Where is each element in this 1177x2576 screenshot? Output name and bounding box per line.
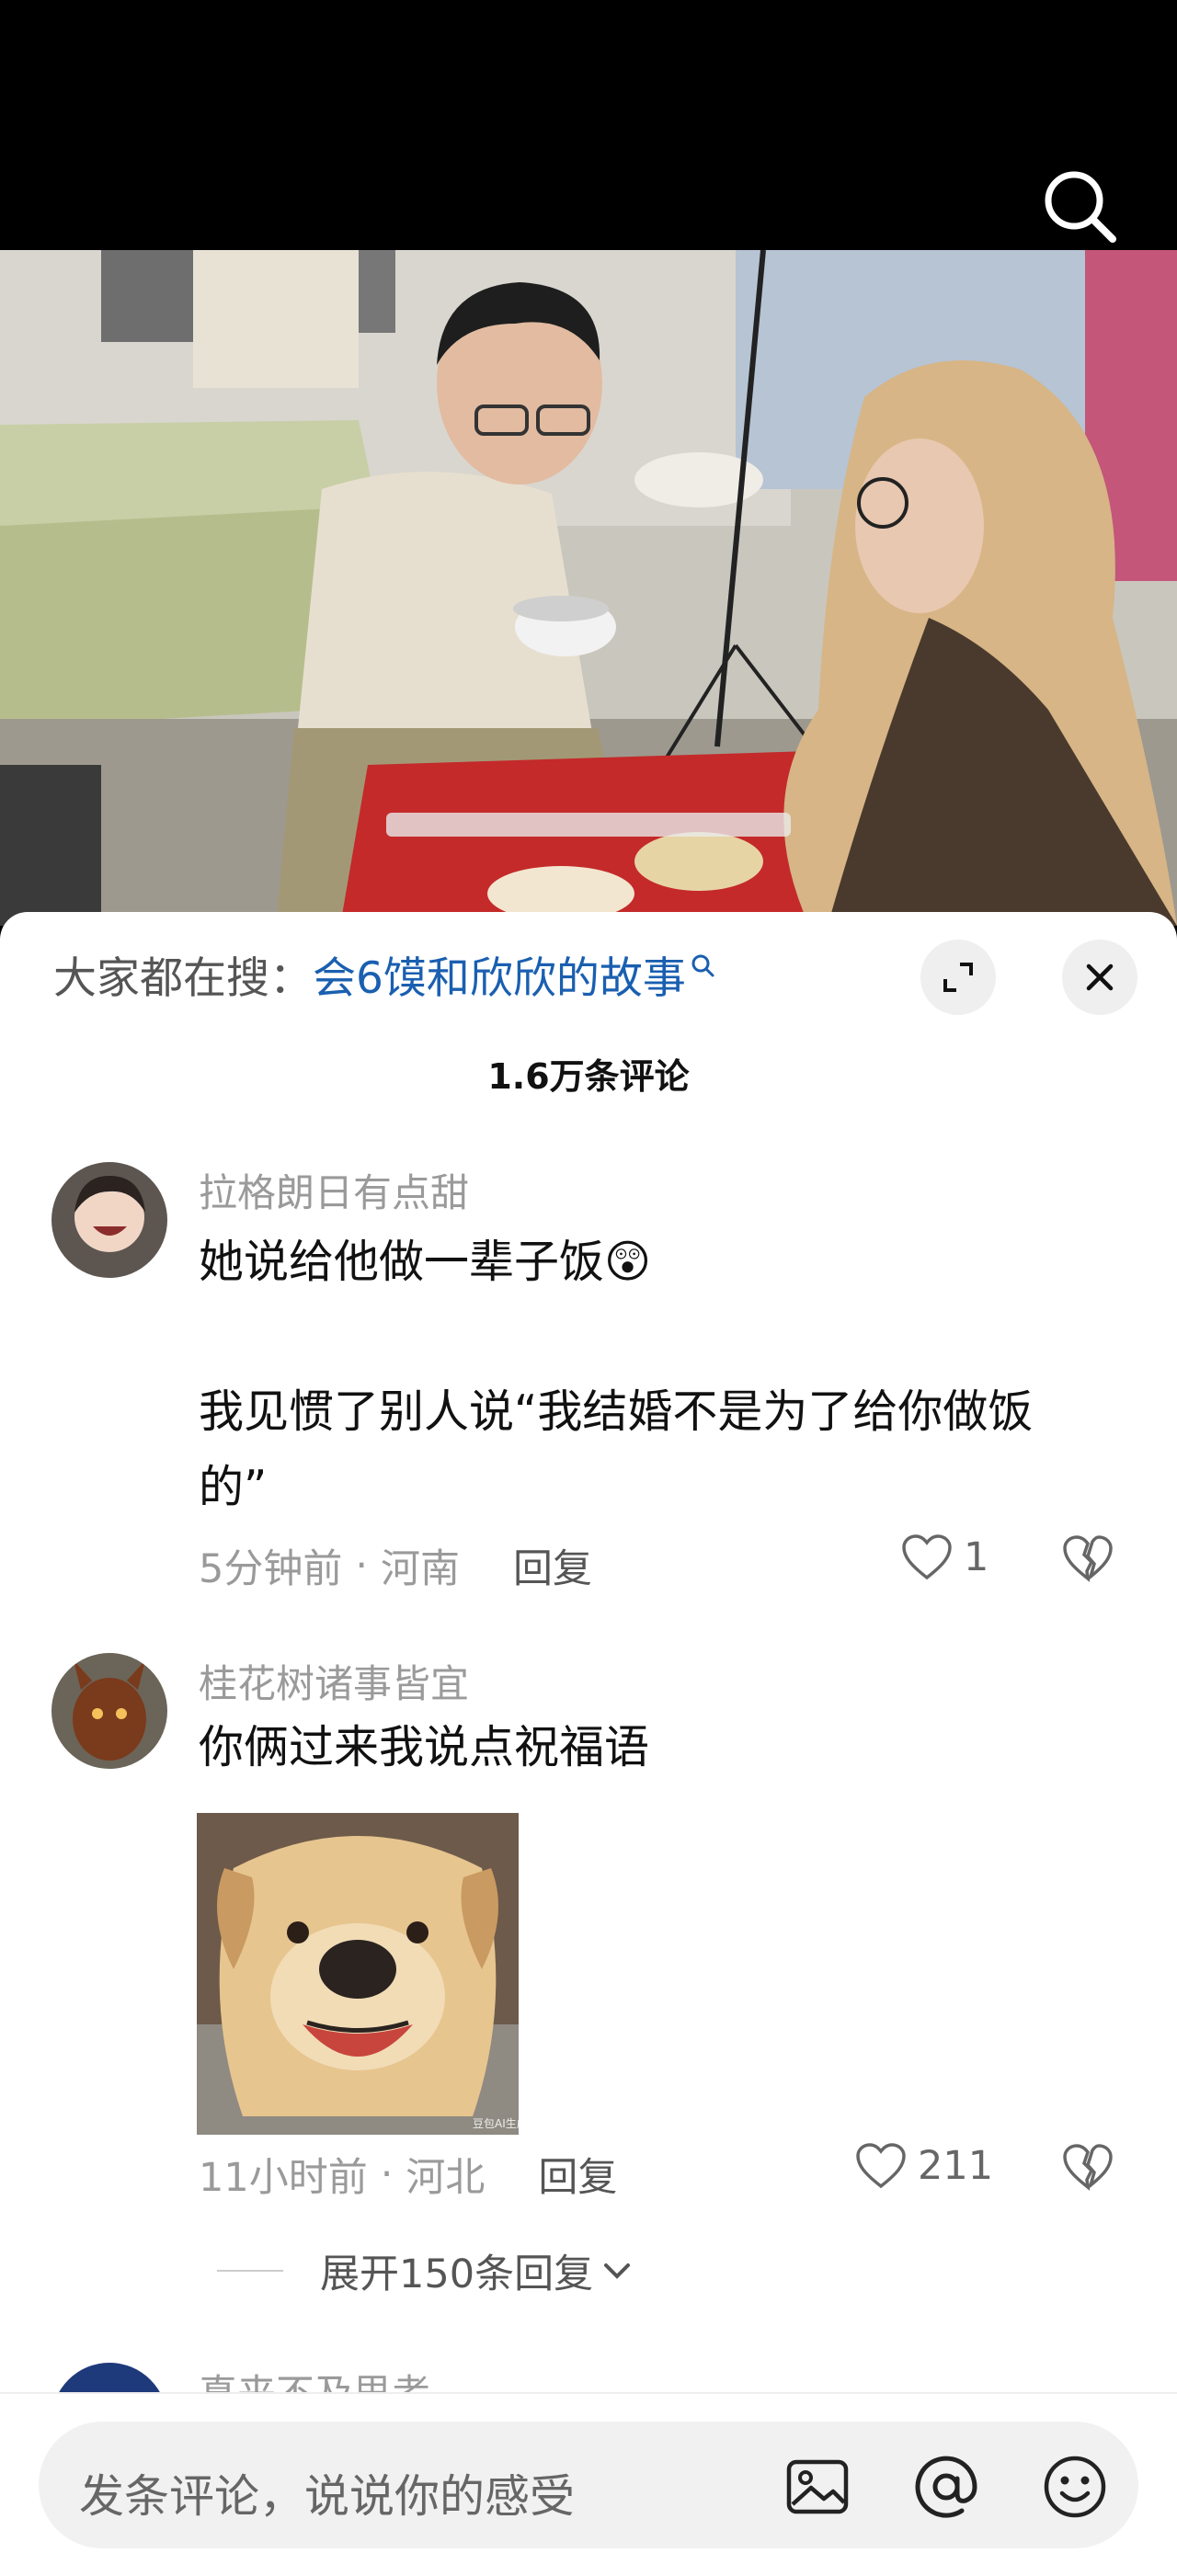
comment-text-line: 她说给他做一辈子饭 xyxy=(199,1236,605,1288)
broken-heart-icon[interactable] xyxy=(1062,2143,1114,2191)
like-count: 211 xyxy=(918,2143,994,2189)
divider-line xyxy=(217,2270,283,2272)
comment-time: 11小时前 xyxy=(199,2155,368,2201)
comment-input[interactable]: 发条评论，说说你的感受 xyxy=(39,2422,1138,2548)
like-count: 1 xyxy=(964,1534,989,1580)
comment-input-placeholder: 发条评论，说说你的感受 xyxy=(79,2470,576,2523)
reply-button[interactable]: 回复 xyxy=(513,1537,592,1594)
comment-sheet: 大家都在搜： 会6馍和欣欣的故事 1.6万条评论 拉格朗日有点甜 她说给他做一辈… xyxy=(0,912,1177,2574)
comment-location: 河南 xyxy=(381,1546,461,1592)
like-button[interactable]: 211 xyxy=(855,2142,993,2190)
comment-text: 她说给他做一辈子饭😲 xyxy=(199,1225,1118,1300)
comment-image[interactable]: 豆包AI生成 xyxy=(197,1813,519,2135)
at-icon[interactable] xyxy=(912,2453,980,2521)
heart-icon xyxy=(856,2143,906,2189)
comment-meta: 5分钟前 · 河南 回复 xyxy=(199,1537,592,1594)
suggested-search[interactable]: 大家都在搜： 会6馍和欣欣的故事 xyxy=(53,951,715,1004)
suggested-search-prefix: 大家都在搜： xyxy=(53,952,313,1004)
comment-time: 5分钟前 xyxy=(199,1546,343,1592)
search-icon[interactable] xyxy=(1039,165,1122,248)
comment-text-line: 我见惯了别人说“我结婚不是为了给你做饭 xyxy=(199,1385,1034,1438)
comment-username[interactable]: 拉格朗日有点甜 xyxy=(199,1162,469,1218)
video-frame[interactable] xyxy=(0,250,1177,926)
avatar[interactable] xyxy=(51,1653,167,1769)
like-button[interactable]: 1 xyxy=(901,1533,988,1581)
reply-button[interactable]: 回复 xyxy=(538,2146,617,2203)
expand-replies-label: 展开150条回复 xyxy=(320,2251,594,2297)
separator-dot: · xyxy=(380,2151,394,2197)
avatar[interactable] xyxy=(51,1162,167,1278)
separator-dot: · xyxy=(355,1543,369,1589)
broken-heart-icon[interactable] xyxy=(1062,1534,1114,1582)
chevron-down-icon xyxy=(604,2263,631,2279)
suggested-search-query[interactable]: 会6馍和欣欣的故事 xyxy=(313,942,686,1006)
smile-icon[interactable] xyxy=(1041,2453,1109,2521)
image-icon[interactable] xyxy=(783,2453,851,2521)
comment-location: 河北 xyxy=(406,2155,486,2201)
comment-meta: 11小时前 · 河北 回复 xyxy=(199,2146,617,2203)
comment-text: 你俩过来我说点祝福语 xyxy=(199,1721,650,1773)
heart-icon xyxy=(902,1534,952,1580)
expand-icon[interactable] xyxy=(920,940,996,1015)
comment-username[interactable]: 桂花树诸事皆宜 xyxy=(199,1653,469,1709)
comment-text-line: 的” xyxy=(199,1461,268,1513)
emoji: 😲 xyxy=(604,1236,652,1288)
comment-count: 1.6万条评论 xyxy=(487,1056,690,1097)
comment-input-bar: 发条评论，说说你的感受 xyxy=(0,2392,1177,2576)
top-bar xyxy=(0,0,1177,250)
close-icon[interactable] xyxy=(1062,940,1137,1015)
expand-replies-button[interactable]: 展开150条回复 xyxy=(217,2242,635,2299)
image-watermark: 豆包AI生成 xyxy=(473,2117,519,2130)
small-search-icon xyxy=(691,954,714,977)
